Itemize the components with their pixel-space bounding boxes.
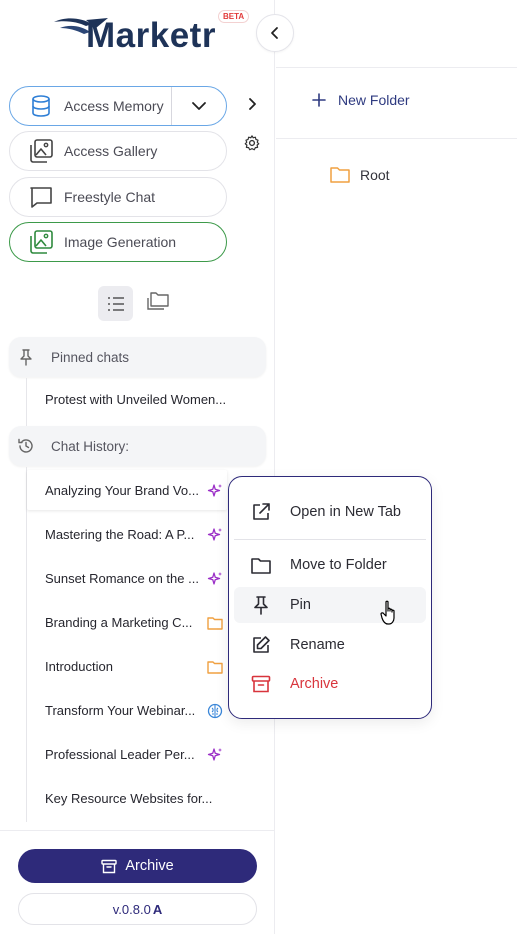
toolbar-divider <box>276 138 517 139</box>
chevron-right-icon <box>249 98 256 110</box>
history-icon <box>17 437 35 455</box>
archive-icon <box>250 673 272 695</box>
chat-bubble-icon <box>28 184 54 210</box>
menu-move-to-folder-label: Move to Folder <box>290 557 387 573</box>
history-chat-label: Branding a Marketing C... <box>45 614 193 630</box>
history-chat-label: Key Resource Websites for... <box>45 790 213 806</box>
folder-icon <box>206 658 223 675</box>
sidebar: Marketr BETA Access Memory Access Galler… <box>0 0 294 934</box>
root-folder-label: Root <box>360 166 390 183</box>
root-folder[interactable]: Root <box>330 166 390 183</box>
header-divider <box>276 67 517 68</box>
database-icon <box>28 93 54 119</box>
version-badge: v.0.8.0 A <box>18 893 257 925</box>
collapse-sidebar-button[interactable] <box>256 14 294 52</box>
image-icon <box>28 229 54 255</box>
version-text: v.0.8.0 <box>112 901 151 917</box>
chevron-left-icon <box>271 27 278 39</box>
menu-archive-label: Archive <box>290 676 339 692</box>
menu-archive[interactable]: Archive <box>234 666 426 702</box>
image-generation-button[interactable]: Image Generation <box>9 222 227 262</box>
history-chat-label: Transform Your Webinar... <box>45 702 196 718</box>
folder-icon <box>206 614 223 631</box>
sidebar-footer-divider <box>0 830 275 831</box>
freestyle-chat-label: Freestyle Chat <box>64 189 156 205</box>
folders-icon <box>147 292 169 310</box>
history-chat-item[interactable]: Sunset Romance on the ... <box>27 558 227 598</box>
archive-button[interactable]: Archive <box>18 849 257 883</box>
history-chat-item[interactable]: Branding a Marketing C... <box>27 602 227 642</box>
settings-button[interactable] <box>243 134 261 157</box>
new-folder-label: New Folder <box>338 92 410 108</box>
edit-icon <box>250 634 272 656</box>
menu-open-new-tab[interactable]: Open in New Tab <box>234 494 426 530</box>
sparkles-icon <box>206 482 223 499</box>
pin-icon <box>250 594 272 616</box>
marketr-logo[interactable]: Marketr BETA <box>52 10 252 56</box>
sparkles-icon <box>206 526 223 543</box>
history-chat-item[interactable]: Analyzing Your Brand Vo... <box>27 470 227 510</box>
history-chat-label: Professional Leader Per... <box>45 746 195 762</box>
archive-icon <box>101 859 118 874</box>
memory-dropdown-toggle[interactable] <box>188 95 210 120</box>
plus-icon <box>312 93 326 107</box>
pinned-chats-title: Pinned chats <box>51 349 130 365</box>
pill-divider <box>171 87 172 125</box>
chevron-down-icon <box>192 102 206 110</box>
history-chat-label: Sunset Romance on the ... <box>45 570 199 586</box>
version-suffix: A <box>152 901 163 917</box>
history-chat-item[interactable]: Introduction <box>27 646 227 686</box>
folder-icon <box>330 166 350 183</box>
new-folder-button[interactable]: New Folder <box>312 92 410 108</box>
freestyle-chat-button[interactable]: Freestyle Chat <box>9 177 227 217</box>
pin-icon <box>17 348 35 366</box>
hand-cursor-icon <box>380 600 398 631</box>
chat-history-title: Chat History: <box>51 438 130 454</box>
brain-icon <box>206 702 223 719</box>
logo-text: Marketr <box>86 16 216 55</box>
gear-icon <box>244 135 260 151</box>
history-chat-item[interactable]: Key Resource Websites for... <box>27 778 227 818</box>
pinned-chat-label: Protest with Unveiled Women... <box>45 391 227 407</box>
history-chat-item[interactable]: Professional Leader Per... <box>27 734 227 774</box>
expand-tools-button[interactable] <box>244 96 260 117</box>
history-chat-label: Analyzing Your Brand Vo... <box>45 482 199 498</box>
sparkles-icon <box>206 746 223 763</box>
history-chat-item[interactable]: Mastering the Road: A P... <box>27 514 227 554</box>
chat-history-header[interactable]: Chat History: <box>9 426 266 466</box>
access-gallery-label: Access Gallery <box>64 143 158 159</box>
menu-open-new-tab-label: Open in New Tab <box>290 504 401 520</box>
image-generation-label: Image Generation <box>64 234 177 250</box>
menu-pin-label: Pin <box>290 597 311 613</box>
folder-view-toggle[interactable] <box>146 290 170 317</box>
history-chat-item[interactable]: Transform Your Webinar... <box>27 690 227 730</box>
access-memory-label: Access Memory <box>64 98 164 114</box>
history-chat-label: Mastering the Road: A P... <box>45 526 195 542</box>
menu-rename-label: Rename <box>290 637 345 653</box>
menu-divider <box>234 539 426 540</box>
gallery-icon <box>28 138 54 164</box>
chat-context-menu: Open in New Tab Move to Folder Pin Renam… <box>228 476 432 719</box>
external-link-icon <box>250 501 272 523</box>
beta-badge: BETA <box>218 10 250 23</box>
folder-icon <box>250 554 272 576</box>
pinned-chats-header[interactable]: Pinned chats <box>9 337 266 377</box>
history-chat-label: Introduction <box>45 658 113 674</box>
list-view-toggle[interactable] <box>98 286 133 321</box>
archive-button-label: Archive <box>125 858 174 874</box>
access-gallery-button[interactable]: Access Gallery <box>9 131 227 171</box>
sparkles-icon <box>206 570 223 587</box>
menu-move-to-folder[interactable]: Move to Folder <box>234 547 426 583</box>
menu-rename[interactable]: Rename <box>234 627 426 663</box>
pinned-chat-item[interactable]: Protest with Unveiled Women... <box>27 379 227 419</box>
list-icon <box>107 296 124 311</box>
access-memory-button[interactable]: Access Memory <box>9 86 227 126</box>
